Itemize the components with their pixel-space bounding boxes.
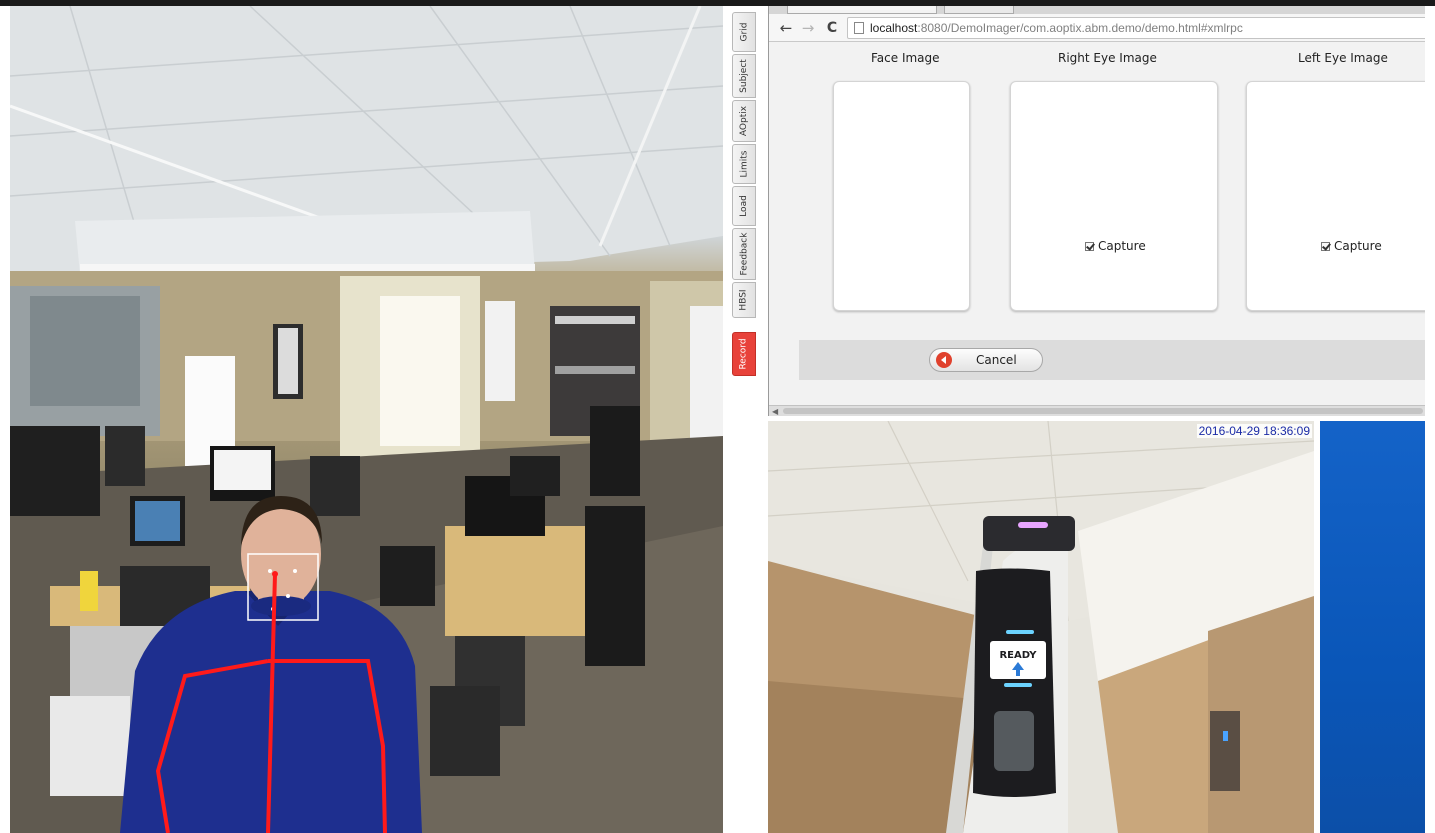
demo-page: Face Image Right Eye Image Left Eye Imag… bbox=[769, 43, 1435, 405]
tab-load[interactable]: Load bbox=[732, 186, 756, 226]
subject-camera-feed bbox=[10, 6, 723, 833]
scroll-left-icon[interactable]: ◀ bbox=[772, 407, 778, 416]
tab-feedback[interactable]: Feedback bbox=[732, 228, 756, 280]
device-scene: READY bbox=[768, 421, 1314, 833]
reload-icon[interactable]: C bbox=[823, 18, 841, 38]
right-eye-image-title: Right Eye Image bbox=[1058, 51, 1157, 65]
scrollbar-thumb[interactable] bbox=[783, 408, 1423, 414]
browser-tab-new[interactable] bbox=[944, 6, 1014, 14]
browser-tab-bar bbox=[769, 6, 1435, 14]
left-eye-capture-checkbox[interactable] bbox=[1321, 241, 1330, 251]
right-edge bbox=[1425, 6, 1435, 833]
right-eye-capture-checkbox[interactable] bbox=[1085, 241, 1094, 251]
screen: Grid Subject AOptix Limits Load Feedback… bbox=[0, 0, 1435, 833]
tab-grid[interactable]: Grid bbox=[732, 12, 756, 52]
camera-timestamp: 2016-04-29 18:36:09 bbox=[1196, 424, 1312, 438]
forward-arrow-icon[interactable]: → bbox=[799, 18, 817, 38]
right-eye-image-box bbox=[1010, 81, 1218, 311]
tab-aoptix[interactable]: AOptix bbox=[732, 100, 756, 142]
tab-subject[interactable]: Subject bbox=[732, 54, 756, 98]
left-eye-capture[interactable]: Capture bbox=[1321, 239, 1382, 253]
address-bar[interactable]: localhost:8080/DemoImager/com.aoptix.abm… bbox=[847, 17, 1432, 39]
device-camera-feed: READY 2016-04-29 18:36:09 bbox=[768, 421, 1314, 833]
horizontal-scrollbar[interactable]: ◀ bbox=[769, 405, 1435, 416]
cancel-button[interactable]: Cancel bbox=[929, 348, 1043, 372]
right-eye-capture[interactable]: Capture bbox=[1085, 239, 1146, 253]
browser-toolbar: ← → C localhost:8080/DemoImager/com.aopt… bbox=[769, 14, 1435, 42]
browser-window: ← → C localhost:8080/DemoImager/com.aopt… bbox=[768, 6, 1435, 416]
page-icon bbox=[854, 22, 864, 34]
side-tab-strip: Grid Subject AOptix Limits Load Feedback… bbox=[723, 6, 768, 833]
action-bar: Cancel bbox=[799, 340, 1435, 380]
tab-hbsi[interactable]: HBSI bbox=[732, 282, 756, 318]
back-arrow-icon[interactable]: ← bbox=[777, 18, 795, 38]
browser-tab-active[interactable] bbox=[787, 6, 937, 14]
left-eye-image-title: Left Eye Image bbox=[1298, 51, 1388, 65]
office-scene bbox=[10, 6, 723, 833]
face-image-box bbox=[833, 81, 970, 311]
device-status-label: READY bbox=[999, 650, 1037, 661]
cancel-arrow-icon bbox=[936, 352, 952, 368]
address-url: localhost:8080/DemoImager/com.aoptix.abm… bbox=[870, 21, 1243, 35]
tab-record[interactable]: Record bbox=[732, 332, 756, 376]
tab-limits[interactable]: Limits bbox=[732, 144, 756, 184]
left-eye-image-box bbox=[1246, 81, 1435, 311]
face-image-title: Face Image bbox=[871, 51, 940, 65]
desktop-background bbox=[1320, 421, 1425, 833]
